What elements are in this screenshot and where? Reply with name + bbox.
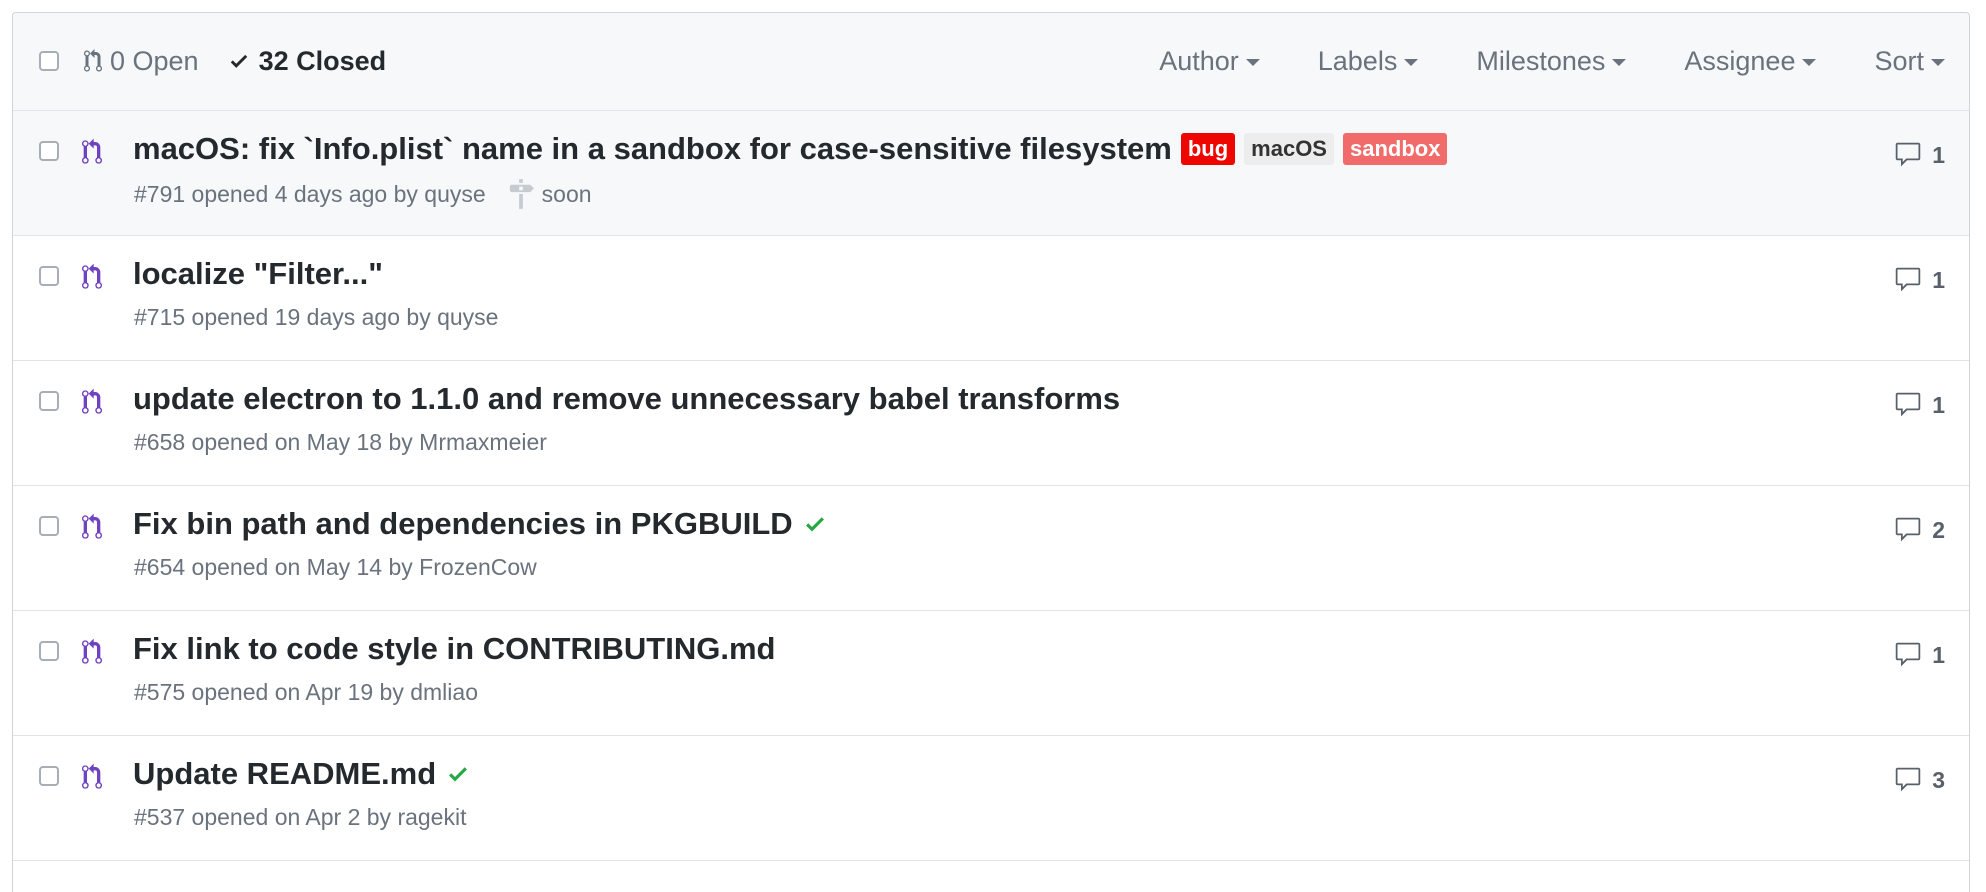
pull-request-title-link[interactable]: Fix link to code style in CONTRIBUTING.m… [133, 631, 775, 667]
meta-text: #537 opened on Apr 2 by ragekit [134, 804, 467, 830]
caret-down-icon [1404, 59, 1419, 66]
pull-request-icon [82, 138, 102, 164]
caret-down-icon [1245, 59, 1260, 66]
caret-down-icon [1802, 59, 1817, 66]
pull-request-icon [82, 513, 102, 539]
row-checkbox[interactable] [39, 391, 59, 411]
pull-request-icon [82, 763, 102, 789]
comments-link[interactable]: 1 [1893, 141, 1945, 169]
filter-milestones[interactable]: Milestones [1476, 45, 1627, 77]
pull-request-meta: #658 opened on May 18 by Mrmaxmeier [134, 429, 547, 456]
milestone-label: soon [541, 180, 592, 207]
comment-count: 3 [1932, 766, 1945, 793]
comment-count: 1 [1932, 391, 1945, 418]
comments-link[interactable]: 2 [1893, 516, 1945, 544]
filter-sort-label: Sort [1874, 45, 1924, 76]
pull-request-meta: #715 opened 19 days ago by quyse [134, 304, 498, 331]
pull-request-meta: #654 opened on May 14 by FrozenCow [134, 554, 537, 581]
meta-text: #575 opened on Apr 19 by dmliao [134, 679, 478, 705]
pull-request-title-link[interactable]: update electron to 1.1.0 and remove unne… [133, 381, 1120, 417]
label-0[interactable]: bug [1180, 133, 1236, 165]
comment-icon [1895, 392, 1921, 417]
pull-request-icon [84, 49, 102, 72]
title-line: localize "Filter..." [133, 256, 383, 292]
label-2[interactable]: sandbox [1342, 133, 1448, 165]
list-header: 0 Open 32 Closed Author Labels Milestone… [13, 13, 1969, 111]
pull-request-row: Fix link to code style in CONTRIBUTING.m… [13, 611, 1969, 736]
checkmark-icon [230, 54, 247, 68]
status-success-icon[interactable] [446, 762, 470, 786]
pull-request-title-link[interactable]: Fix bin path and dependencies in PKGBUIL… [133, 506, 793, 542]
title-line: macOS: fix `Info.plist` name in a sandbo… [133, 131, 1448, 167]
pull-request-title-link[interactable]: macOS: fix `Info.plist` name in a sandbo… [133, 131, 1172, 167]
meta-text: #654 opened on May 14 by FrozenCow [134, 554, 537, 580]
comments-link[interactable]: 3 [1893, 766, 1945, 794]
title-line: Fix bin path and dependencies in PKGBUIL… [133, 506, 827, 542]
comment-icon [1895, 642, 1921, 667]
closed-count-label: 32 Closed [258, 45, 387, 76]
row-checkbox[interactable] [39, 141, 59, 161]
comment-count: 1 [1932, 641, 1945, 668]
meta-text: #715 opened 19 days ago by quyse [134, 304, 499, 330]
comments-link[interactable]: 1 [1893, 391, 1945, 419]
pull-request-row: macOS: fix `Info.plist` name in a sandbo… [13, 111, 1969, 236]
row-checkbox[interactable] [39, 766, 59, 786]
row-checkbox[interactable] [39, 266, 59, 286]
title-line: Fix link to code style in CONTRIBUTING.m… [133, 631, 775, 667]
closed-filter-link[interactable]: 32 Closed [227, 45, 387, 77]
filter-assignee-label: Assignee [1684, 45, 1796, 76]
comment-count: 1 [1932, 141, 1945, 168]
caret-down-icon [1931, 59, 1945, 66]
comment-icon [1895, 517, 1921, 542]
filter-bar: Author Labels Milestones Assignee Sort [1101, 41, 1945, 81]
pull-request-meta: #537 opened on Apr 2 by ragekit [134, 804, 466, 831]
open-filter-link[interactable]: 0 Open [84, 46, 199, 77]
pull-request-meta: #791 opened 4 days ago by quyse soon [134, 179, 592, 209]
pull-request-title-link[interactable]: localize "Filter..." [133, 256, 383, 292]
label-1[interactable]: macOS [1244, 133, 1334, 165]
pull-request-title-link[interactable]: Update README.md [133, 756, 436, 792]
comments-link[interactable]: 1 [1893, 641, 1945, 669]
comment-count: 2 [1932, 516, 1945, 543]
caret-down-icon [1612, 59, 1627, 66]
pull-request-meta: #575 opened on Apr 19 by dmliao [134, 679, 478, 706]
row-checkbox[interactable] [39, 516, 59, 536]
pull-request-icon [82, 638, 102, 664]
pull-request-row: Fix bin path and dependencies in PKGBUIL… [13, 486, 1969, 611]
filter-assignee[interactable]: Assignee [1684, 45, 1817, 77]
filter-author-label: Author [1159, 45, 1239, 76]
pull-request-row: localize "Filter..." #715 opened 19 days … [13, 236, 1969, 361]
title-line: update electron to 1.1.0 and remove unne… [133, 381, 1120, 417]
pull-request-list: 0 Open 32 Closed Author Labels Milestone… [12, 12, 1970, 892]
meta-text: #791 opened 4 days ago by quyse [134, 180, 486, 207]
comment-icon [1895, 267, 1921, 292]
state-toggles: 0 Open 32 Closed [84, 41, 386, 81]
filter-labels[interactable]: Labels [1318, 46, 1419, 77]
pull-request-icon [82, 263, 102, 289]
title-line: Update README.md [133, 756, 470, 792]
milestone-icon [509, 179, 534, 209]
open-count-label: 0 Open [110, 45, 199, 76]
comment-count: 1 [1932, 266, 1945, 293]
pull-request-rows: macOS: fix `Info.plist` name in a sandbo… [13, 111, 1969, 861]
milestone-link[interactable]: soon [508, 179, 592, 209]
select-all-checkbox[interactable] [39, 51, 59, 71]
filter-author[interactable]: Author [1159, 46, 1260, 77]
row-checkbox[interactable] [39, 641, 59, 661]
filter-labels-label: Labels [1317, 45, 1398, 76]
pull-request-row: update electron to 1.1.0 and remove unne… [13, 361, 1969, 486]
comment-icon [1895, 142, 1921, 167]
comment-icon [1895, 767, 1921, 792]
status-success-icon[interactable] [803, 512, 827, 536]
filter-sort[interactable]: Sort [1874, 46, 1945, 77]
meta-text: #658 opened on May 18 by Mrmaxmeier [134, 429, 547, 455]
filter-milestones-label: Milestones [1476, 45, 1606, 76]
pull-request-icon [82, 388, 102, 414]
pull-request-row: Update README.md #537 opened on Apr 2 by … [13, 736, 1969, 861]
comments-link[interactable]: 1 [1893, 266, 1945, 294]
